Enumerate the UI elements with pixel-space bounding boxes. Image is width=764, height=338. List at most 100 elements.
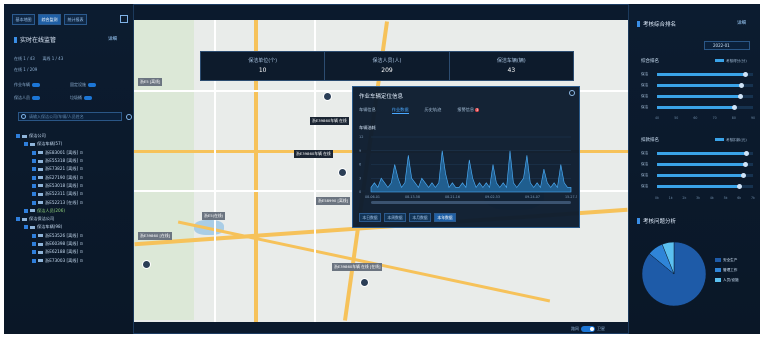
ranking-title: 考核综合排名 [637,20,676,28]
folder-icon [30,225,35,229]
axis-tick-label: 0k [655,196,659,200]
top-tabs: 基本地图 综合监测 统计报表 [12,14,87,25]
map-vehicle-label[interactable]: 浙E39860车辆 在线 [294,150,333,158]
close-icon[interactable] [569,90,575,96]
axis-tick-label: 60 [693,116,698,120]
ranking-detail-link[interactable]: 详细 [737,20,746,26]
tree-checkbox[interactable] [32,159,36,164]
rank1-legend: 考核得分(分) [715,59,747,64]
tree-vehicle-item[interactable]: 浙E27190 [离线] ⊙ [16,173,83,181]
rank-bar-handle [737,93,743,99]
tree-company-item[interactable]: 保洁公司 [16,132,83,140]
toggle-vehicles[interactable]: 作业车辆 [14,82,40,88]
range-week-button[interactable]: 本周数据 [384,213,406,222]
tree-checkbox[interactable] [32,233,36,238]
tree-vehicle-item[interactable]: 浙E62188 [离线] ⊙ [16,248,83,256]
tab-monitoring[interactable]: 综合监测 [38,14,61,25]
rank-bar [657,151,747,155]
map-vehicle-label[interactable]: 浙E39860车辆 在线 [在线] [332,263,383,271]
tree-label: 浙E83001 [离线] ⊙ [45,149,83,155]
map-layer-toggle[interactable]: 路网 卫星 [571,326,605,332]
vehicle-marker[interactable] [142,260,151,269]
truck-icon [38,184,43,188]
range-today-button[interactable]: 本日数据 [359,213,381,222]
tree-vehicle-item[interactable]: 浙E53526 [离线] ⊙ [16,232,83,240]
refresh-icon[interactable] [126,114,132,120]
truck-icon [38,192,43,196]
stat-row-vehicles: 在线 1 / 43 离线 1 / 43 [14,56,64,61]
rank-bar-row: 保洁 [641,104,753,110]
axis-tick-label: 70 [712,116,717,120]
rank-bar-handle [743,71,749,77]
folder-icon [30,142,35,146]
tab-basic-map[interactable]: 基本地图 [12,14,35,25]
tree-vehicle-item[interactable]: 浙E83001 [离线] ⊙ [16,149,83,157]
tree-checkbox[interactable] [32,258,36,263]
vehicle-marker[interactable] [323,92,332,101]
tree-checkbox[interactable] [32,242,36,246]
toggle-facilities[interactable]: 固定设施 [70,82,96,88]
vehicle-marker[interactable] [360,278,369,287]
tab-alarm-info[interactable]: 报警信息 3 [457,107,480,114]
tab-history-track[interactable]: 历史轨迹 [425,107,442,114]
tree-group-item[interactable]: 保洁车辆(98) [16,223,83,231]
tree-checkbox[interactable] [32,192,36,197]
tree-checkbox[interactable] [32,200,36,205]
tree-vehicle-item[interactable]: 浙E52213 [在线] ⊙ [16,198,83,206]
tree-checkbox[interactable] [32,250,36,255]
axis-tick-label: 7k [751,196,755,200]
tree-checkbox[interactable] [32,150,36,155]
y-tick-label: 3 [359,176,361,180]
tab-work-data[interactable]: 作业数据 [391,107,409,114]
tree-checkbox[interactable] [16,217,20,222]
chart-zoom-slider[interactable] [371,201,571,204]
tree-vehicle-item[interactable]: 浙E53018 [离线] ⊙ [16,182,83,190]
truck-icon [38,176,43,180]
summary-stats: 保洁单位(个) 10 保洁人员(人) 209 保洁车辆(辆) 43 [200,51,574,81]
tree-label: 保洁车辆(98) [37,224,63,230]
tab-reports[interactable]: 统计报表 [64,14,87,25]
chart-subtitle: 车辆油耗 [359,125,376,130]
tree-group-item[interactable]: 保洁人员(206) [16,207,83,215]
toggle-staff[interactable]: 保洁人员 [14,95,40,101]
search-input[interactable]: 请输入保洁公司/车辆/人员姓名 [18,112,122,121]
tree-checkbox[interactable] [24,208,28,213]
month-picker[interactable]: 2022-01 [704,41,750,50]
vehicle-marker[interactable] [338,168,347,177]
x-tick-label: 08-13-58 [405,195,420,199]
rank1-title: 综合排名 [641,59,659,64]
tree-checkbox[interactable] [32,175,36,180]
range-year-button[interactable]: 本年数据 [434,213,456,222]
tree-checkbox[interactable] [32,167,36,172]
fullscreen-icon[interactable] [120,15,128,23]
tree-vehicle-item[interactable]: 浙E55318 [离线] ⊙ [16,157,83,165]
toggle-bins[interactable]: 垃圾桶 [70,95,92,101]
range-month-button[interactable]: 本月数据 [409,213,431,222]
tree-label: 保洁车辆(57) [37,141,63,147]
right-panel: 考核综合排名 详细 2022-01 综合排名 考核得分(分) 保洁 保洁 保洁 保洁 … [628,4,760,334]
tree-checkbox[interactable] [32,183,36,188]
map-vehicle-label[interactable]: 浙E5 [离线] [138,78,163,86]
tree-vehicle-item[interactable]: 浙E60398 [离线] ⊙ [16,240,83,248]
detail-link[interactable]: 详细 [108,36,117,42]
axis-tick-label: 2k [682,196,687,200]
tree-company-item[interactable]: 保洁保洁公司 [16,215,83,223]
tree-vehicle-item[interactable]: 浙E52311 [离线] ⊙ [16,190,83,198]
pie-title: 考核问题分析 [637,217,676,225]
folder-icon [30,209,35,213]
tree-checkbox[interactable] [24,142,28,147]
map-vehicle-label[interactable]: 浙E58990 [离线] [316,197,351,205]
tab-vehicle-info[interactable]: 车辆信息 [359,107,376,114]
map-vehicle-label[interactable]: 浙E39860 [在线] [138,232,173,240]
truck-icon [38,234,43,238]
tree-group-item[interactable]: 保洁车辆(57) [16,140,83,148]
tree-vehicle-item[interactable]: 浙E73003 [离线] ⊙ [16,256,83,264]
map-vehicle-label[interactable]: 浙E5(在线) [202,212,226,220]
rank-bar [657,72,746,76]
tree-checkbox[interactable] [24,225,28,230]
tree-vehicle-item[interactable]: 浙E73821 [离线] ⊙ [16,165,83,173]
truck-icon [38,159,43,163]
tree-checkbox[interactable] [16,134,20,139]
map-vehicle-label[interactable]: 浙E39860车辆 在线 [310,117,349,125]
axis-tick-label: 1k [668,196,673,200]
